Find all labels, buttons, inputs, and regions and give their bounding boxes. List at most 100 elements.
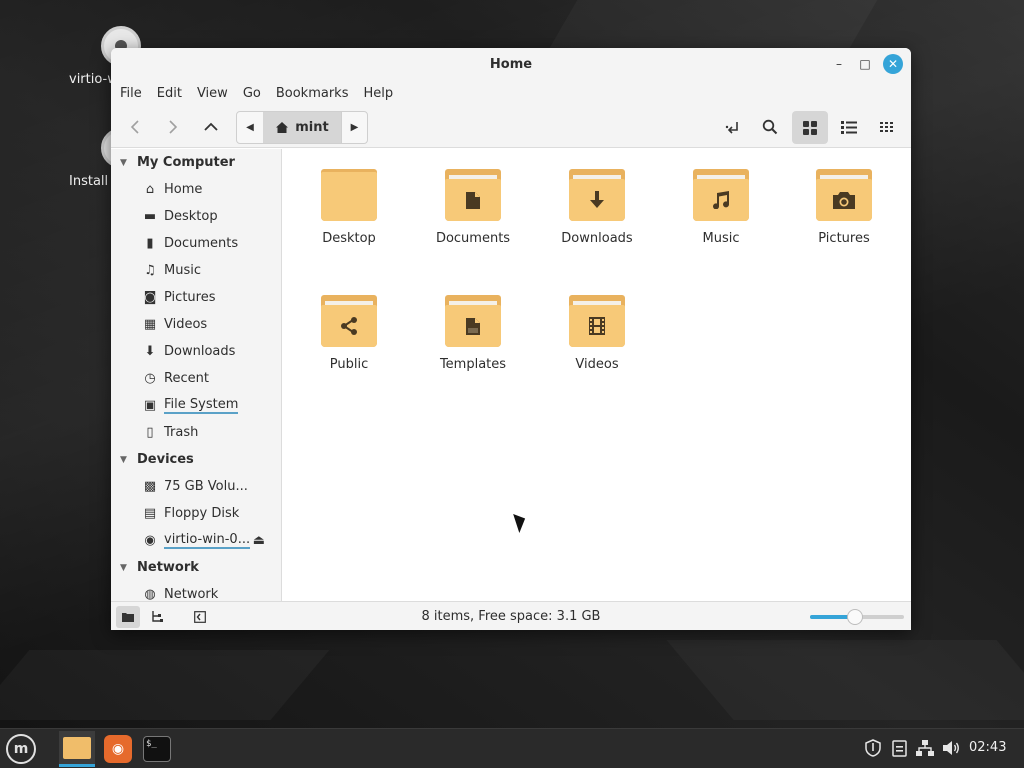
file-item-label: Videos — [575, 357, 619, 372]
clock-icon: ◷ — [144, 371, 156, 386]
shield-update-icon[interactable] — [864, 739, 882, 761]
menu-view[interactable]: View — [197, 86, 236, 101]
collapse-triangle-icon: ▼ — [120, 454, 127, 465]
file-item-desktop[interactable]: Desktop — [294, 169, 404, 246]
sidebar-section-title: Devices — [137, 452, 194, 467]
sidebar-item-label: Documents — [164, 236, 239, 251]
back-button[interactable] — [119, 111, 151, 143]
file-item-music[interactable]: Music — [666, 169, 776, 246]
terminal-icon: $_ — [143, 736, 171, 762]
file-item-templates[interactable]: Templates — [418, 295, 528, 372]
toggle-location-button[interactable] — [717, 111, 749, 143]
file-item-label: Music — [702, 231, 740, 246]
terminal-prompt: $_ — [146, 739, 157, 749]
sidebar-item-desktop[interactable]: ▬ Desktop — [111, 203, 281, 230]
sidebar-item-label: Music — [164, 263, 201, 278]
taskbar-files-button[interactable] — [59, 731, 95, 767]
file-item-downloads[interactable]: Downloads — [542, 169, 652, 246]
taskbar-terminal-button[interactable]: $_ — [139, 731, 175, 767]
path-scroll-left[interactable]: ◀ — [237, 112, 263, 143]
home-icon: ⌂ — [145, 182, 155, 197]
sidebar-section-my-computer[interactable]: ▼ My Computer — [111, 149, 281, 176]
file-item-label: Desktop — [322, 231, 376, 246]
network-icon[interactable] — [916, 739, 934, 761]
menu-file[interactable]: File — [120, 86, 150, 101]
sidebar-item-network[interactable]: ◍ Network — [111, 581, 281, 601]
clipboard-icon[interactable] — [892, 739, 908, 761]
sidebar-item-recent[interactable]: ◷ Recent — [111, 365, 281, 392]
home-icon — [276, 122, 289, 133]
sidebar-item-virtio[interactable]: ◉ virtio-win-0... ⏏ — [111, 527, 281, 554]
forward-button[interactable] — [157, 111, 189, 143]
file-item-label: Pictures — [818, 231, 870, 246]
folder-music-icon — [693, 169, 749, 221]
title-bar[interactable]: Home – □ ✕ — [111, 48, 911, 80]
menu-go[interactable]: Go — [243, 86, 269, 101]
icon-view-button[interactable] — [792, 111, 828, 144]
sidebar-item-documents[interactable]: ▮ Documents — [111, 230, 281, 257]
folder-icon — [321, 169, 377, 221]
window-title: Home — [489, 56, 533, 72]
folder-templates-icon — [445, 295, 501, 347]
start-menu-button[interactable]: m — [3, 731, 39, 767]
list-view-button[interactable] — [833, 111, 865, 143]
file-item-public[interactable]: Public — [294, 295, 404, 372]
sidebar-item-label: File System — [164, 397, 239, 414]
file-item-pictures[interactable]: Pictures — [789, 169, 899, 246]
search-icon — [762, 119, 778, 135]
documents-icon: ▮ — [146, 236, 154, 251]
sidebar-item-volume[interactable]: ▩ 75 GB Volu... — [111, 473, 281, 500]
sidebar-item-label: Home — [164, 182, 203, 197]
folder-icon — [63, 736, 91, 759]
path-crumb-home[interactable]: mint — [263, 112, 341, 143]
sidebar-item-label: Videos — [164, 317, 208, 332]
sidebar-item-videos[interactable]: ▦ Videos — [111, 311, 281, 338]
file-item-videos[interactable]: Videos — [542, 295, 652, 372]
sidebar-item-label: Recent — [164, 371, 209, 386]
sidebar-item-label: Floppy Disk — [164, 506, 240, 521]
taskbar: m ◉ $_ 02:43 — [0, 728, 1024, 768]
sidebar-item-downloads[interactable]: ⬇ Downloads — [111, 338, 281, 365]
list-view-icon — [841, 121, 857, 134]
sidebar-section-network[interactable]: ▼ Network — [111, 554, 281, 581]
sidebar-section-title: Network — [137, 560, 199, 575]
zoom-slider[interactable] — [810, 609, 904, 625]
maximize-button[interactable]: □ — [855, 54, 875, 74]
menu-bookmarks[interactable]: Bookmarks — [276, 86, 357, 101]
sidebar-item-music[interactable]: ♫ Music — [111, 257, 281, 284]
zoom-slider-handle[interactable] — [847, 609, 863, 625]
taskbar-firefox-button[interactable]: ◉ — [100, 731, 136, 767]
compact-view-button[interactable] — [871, 111, 903, 143]
sidebar-section-title: My Computer — [137, 155, 235, 170]
close-button[interactable]: ✕ — [883, 54, 903, 74]
file-item-label: Templates — [439, 357, 507, 372]
sidebar-item-file-system[interactable]: ▣ File System — [111, 392, 281, 419]
sidebar-item-floppy[interactable]: ▤ Floppy Disk — [111, 500, 281, 527]
sidebar-section-devices[interactable]: ▼ Devices — [111, 446, 281, 473]
sidebar-item-home[interactable]: ⌂ Home — [111, 176, 281, 203]
sidebar-item-label: Pictures — [164, 290, 216, 305]
search-button[interactable] — [754, 111, 786, 143]
chip-icon: ▩ — [143, 479, 157, 494]
clock[interactable]: 02:43 — [969, 740, 1006, 755]
sidebar-item-label: Network — [164, 587, 219, 601]
sidebar-item-pictures[interactable]: ◙ Pictures — [111, 284, 281, 311]
toolbar: ◀ mint ▶ — [111, 106, 911, 148]
file-item-label: Downloads — [561, 231, 633, 246]
file-item-documents[interactable]: Documents — [418, 169, 528, 246]
file-view[interactable]: Desktop Documents Downloads Music Pictur… — [283, 149, 911, 601]
minimize-button[interactable]: – — [829, 54, 849, 74]
file-manager-window: Home – □ ✕ File Edit View Go Bookmarks H… — [111, 48, 911, 630]
location-toggle-icon — [725, 122, 738, 134]
path-scroll-right[interactable]: ▶ — [341, 112, 367, 143]
firefox-icon: ◉ — [104, 735, 132, 763]
sidebar-item-trash[interactable]: ▯ Trash — [111, 419, 281, 446]
sidebar: ▼ My Computer ⌂ Home ▬ Desktop ▮ Documents ♫… — [111, 149, 282, 601]
menu-edit[interactable]: Edit — [157, 86, 190, 101]
eject-icon[interactable]: ⏏ — [253, 533, 265, 548]
volume-icon[interactable] — [942, 739, 960, 761]
menu-help[interactable]: Help — [363, 86, 401, 101]
up-button[interactable] — [195, 111, 227, 143]
sidebar-item-label: virtio-win-0... — [164, 532, 251, 549]
download-icon: ⬇ — [144, 344, 156, 359]
